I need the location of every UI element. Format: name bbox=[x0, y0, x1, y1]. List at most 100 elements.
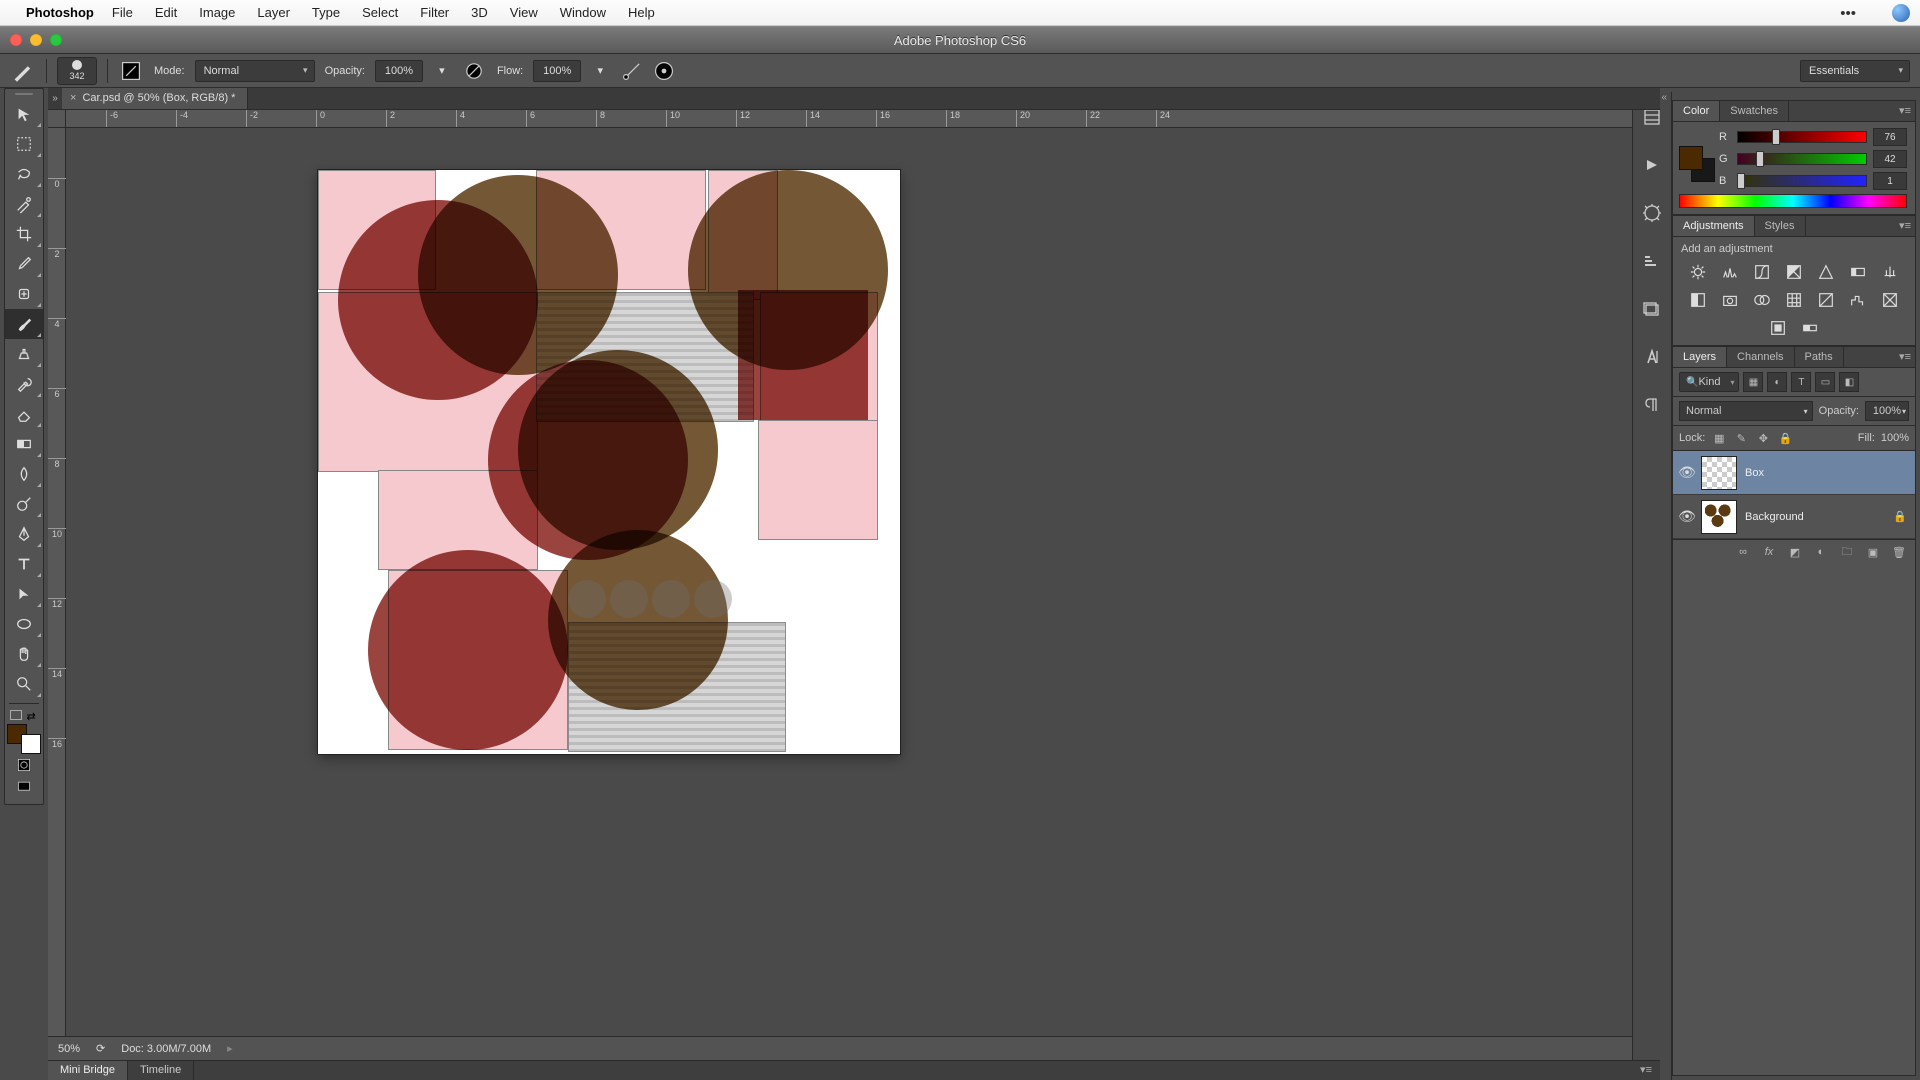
eraser-tool[interactable] bbox=[5, 399, 43, 429]
blur-tool[interactable] bbox=[5, 459, 43, 489]
zoom-tool[interactable] bbox=[5, 669, 43, 699]
lock-transparency-icon[interactable]: ▦ bbox=[1711, 430, 1727, 446]
menu-help[interactable]: Help bbox=[628, 5, 655, 20]
flow-dropdown-icon[interactable]: ▾ bbox=[587, 58, 613, 84]
tab-timeline[interactable]: Timeline bbox=[128, 1061, 194, 1080]
adj-bw-icon[interactable] bbox=[1687, 289, 1709, 311]
character-panel-icon[interactable] bbox=[1639, 344, 1665, 370]
pen-tool[interactable] bbox=[5, 519, 43, 549]
value-green[interactable]: 42 bbox=[1873, 150, 1907, 168]
slider-red[interactable] bbox=[1737, 131, 1867, 143]
layers-panel-menu-icon[interactable]: ▾≡ bbox=[1899, 350, 1911, 363]
slider-green[interactable] bbox=[1737, 153, 1867, 165]
new-adjustment-icon[interactable]: ◐ bbox=[1813, 544, 1829, 560]
tab-paths[interactable]: Paths bbox=[1795, 347, 1844, 367]
adj-curves-icon[interactable] bbox=[1751, 261, 1773, 283]
history-brush-tool[interactable] bbox=[5, 369, 43, 399]
lock-all-icon[interactable]: 🔒 bbox=[1777, 430, 1793, 446]
paragraph-panel-icon[interactable] bbox=[1639, 392, 1665, 418]
tab-close-icon[interactable]: × bbox=[70, 92, 76, 104]
link-layers-icon[interactable]: ∞ bbox=[1735, 544, 1751, 560]
adj-gradientmap-icon[interactable] bbox=[1799, 317, 1821, 339]
adj-selectivecolor-icon[interactable] bbox=[1767, 317, 1789, 339]
opacity-input[interactable]: 100% bbox=[375, 60, 423, 82]
layer-name[interactable]: Box bbox=[1745, 467, 1764, 479]
ruler-vertical[interactable]: 0 2 4 6 8 10 12 14 16 bbox=[48, 128, 66, 1056]
layer-thumbnail[interactable] bbox=[1701, 456, 1737, 490]
adj-colorbalance-icon[interactable] bbox=[1879, 261, 1901, 283]
new-layer-icon[interactable]: ▣ bbox=[1865, 544, 1881, 560]
tab-channels[interactable]: Channels bbox=[1727, 347, 1794, 367]
layer-opacity-input[interactable]: 100% bbox=[1865, 401, 1909, 421]
tab-layers[interactable]: Layers bbox=[1673, 347, 1727, 367]
layer-filter-kind[interactable]: 🔍 Kind bbox=[1679, 372, 1739, 392]
color-panel-menu-icon[interactable]: ▾≡ bbox=[1899, 104, 1911, 117]
move-tool[interactable] bbox=[5, 99, 43, 129]
airbrush-icon[interactable] bbox=[619, 58, 645, 84]
layer-blendmode-select[interactable]: Normal bbox=[1679, 401, 1813, 421]
layer-visibility-icon[interactable]: 👁 bbox=[1673, 464, 1701, 481]
layer-fill-input[interactable]: 100% bbox=[1881, 432, 1909, 444]
quick-mask-toggle[interactable] bbox=[5, 754, 43, 776]
user-avatar-icon[interactable] bbox=[1892, 4, 1910, 22]
screen-mode-toggle[interactable] bbox=[5, 776, 43, 798]
ruler-horizontal[interactable]: -6 -4 -2 0 2 4 6 8 10 12 14 16 18 20 22 … bbox=[66, 110, 1660, 128]
menu-image[interactable]: Image bbox=[199, 5, 235, 20]
marquee-tool[interactable] bbox=[5, 129, 43, 159]
quick-select-tool[interactable] bbox=[5, 189, 43, 219]
opacity-dropdown-icon[interactable]: ▾ bbox=[429, 58, 455, 84]
tabstrip-expand-icon[interactable]: » bbox=[48, 93, 62, 104]
bottom-panel-menu-icon[interactable]: ▾≡ bbox=[1632, 1061, 1660, 1080]
adj-posterize-icon[interactable] bbox=[1847, 289, 1869, 311]
pressure-opacity-icon[interactable] bbox=[461, 58, 487, 84]
adj-photofilter-icon[interactable] bbox=[1719, 289, 1741, 311]
adj-colorlookup-icon[interactable] bbox=[1783, 289, 1805, 311]
flow-input[interactable]: 100% bbox=[533, 60, 581, 82]
layer-mask-icon[interactable]: ◩ bbox=[1787, 544, 1803, 560]
workspace-select[interactable]: Essentials bbox=[1800, 60, 1910, 82]
layer-name[interactable]: Background bbox=[1745, 511, 1804, 523]
menu-file[interactable]: File bbox=[112, 5, 133, 20]
menu-edit[interactable]: Edit bbox=[155, 5, 177, 20]
crop-tool[interactable] bbox=[5, 219, 43, 249]
zoom-level[interactable]: 50% bbox=[58, 1043, 80, 1055]
layer-fx-icon[interactable]: fx bbox=[1761, 544, 1777, 560]
type-tool[interactable] bbox=[5, 549, 43, 579]
properties-panel-icon[interactable] bbox=[1639, 200, 1665, 226]
menu-filter[interactable]: Filter bbox=[420, 5, 449, 20]
adj-hsl-icon[interactable] bbox=[1847, 261, 1869, 283]
clone-stamp-tool[interactable] bbox=[5, 339, 43, 369]
filter-adjust-icon[interactable]: ◐ bbox=[1767, 372, 1787, 392]
artboard[interactable] bbox=[318, 170, 900, 754]
tab-adjustments[interactable]: Adjustments bbox=[1673, 216, 1755, 236]
hand-tool[interactable] bbox=[5, 639, 43, 669]
layer-thumbnail[interactable] bbox=[1701, 500, 1737, 534]
actions-panel-icon[interactable] bbox=[1639, 152, 1665, 178]
filter-pixel-icon[interactable]: ▦ bbox=[1743, 372, 1763, 392]
healing-tool[interactable] bbox=[5, 279, 43, 309]
new-group-icon[interactable]: 🗀 bbox=[1839, 544, 1855, 560]
pressure-size-icon[interactable] bbox=[651, 58, 677, 84]
lasso-tool[interactable] bbox=[5, 159, 43, 189]
document-tab[interactable]: × Car.psd @ 50% (Box, RGB/8) * bbox=[62, 87, 248, 109]
foreground-background-colors[interactable] bbox=[7, 724, 41, 754]
clone-source-panel-icon[interactable] bbox=[1639, 296, 1665, 322]
layer-visibility-icon[interactable]: 👁 bbox=[1673, 508, 1701, 525]
brush-preset-picker[interactable]: 342 bbox=[57, 57, 97, 85]
filter-shape-icon[interactable]: ▭ bbox=[1815, 372, 1835, 392]
adj-exposure-icon[interactable] bbox=[1783, 261, 1805, 283]
menu-select[interactable]: Select bbox=[362, 5, 398, 20]
lock-position-icon[interactable]: ✥ bbox=[1755, 430, 1771, 446]
adj-levels-icon[interactable] bbox=[1719, 261, 1741, 283]
brush-panel-toggle-icon[interactable] bbox=[118, 58, 144, 84]
ruler-origin[interactable] bbox=[48, 110, 66, 128]
tab-swatches[interactable]: Swatches bbox=[1720, 101, 1789, 121]
adj-threshold-icon[interactable] bbox=[1879, 289, 1901, 311]
tab-mini-bridge[interactable]: Mini Bridge bbox=[48, 1061, 128, 1080]
adjustments-panel-menu-icon[interactable]: ▾≡ bbox=[1899, 219, 1911, 232]
layer-item-background[interactable]: 👁 Background 🔒 bbox=[1673, 495, 1915, 539]
slider-blue[interactable] bbox=[1737, 175, 1867, 187]
value-red[interactable]: 76 bbox=[1873, 128, 1907, 146]
doc-size[interactable]: Doc: 3.00M/7.00M bbox=[121, 1043, 211, 1055]
adj-invert-icon[interactable] bbox=[1815, 289, 1837, 311]
